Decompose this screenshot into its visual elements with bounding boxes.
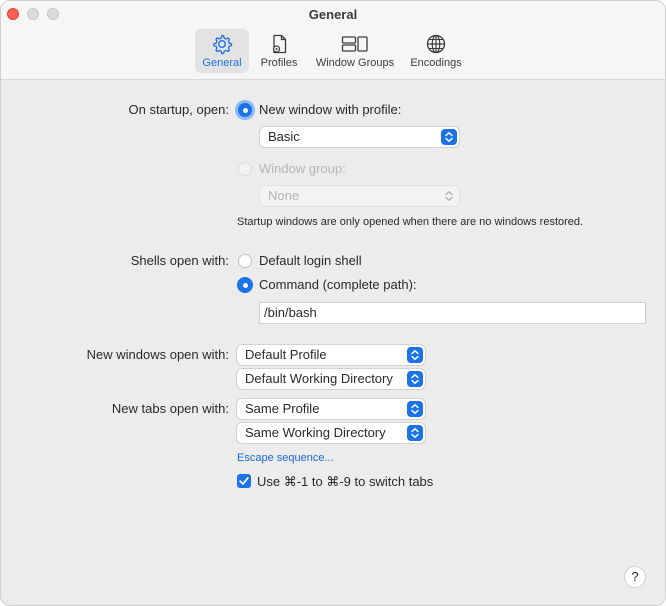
globe-icon: [426, 34, 446, 54]
new-windows-profile-value: Default Profile: [245, 347, 327, 362]
command-shell-radio[interactable]: [238, 278, 252, 292]
toolbar: General General Profiles Window Groups E…: [1, 1, 665, 80]
switch-tabs-checkbox[interactable]: [237, 474, 251, 488]
startup-group-popup[interactable]: None: [260, 186, 459, 206]
escape-sequence-link[interactable]: Escape sequence...: [237, 452, 334, 464]
startup-group-radio[interactable]: [238, 162, 252, 176]
new-tabs-directory-value: Same Working Directory: [245, 425, 386, 440]
chevron-up-down-icon: [441, 129, 457, 145]
startup-group-option-label: Window group:: [259, 161, 346, 176]
shells-label: Shells open with:: [130, 253, 229, 268]
new-windows-directory-value: Default Working Directory: [245, 371, 393, 386]
preferences-window: General General Profiles Window Groups E…: [0, 0, 666, 606]
tab-general-label: General: [202, 57, 242, 69]
new-windows-directory-popup[interactable]: Default Working Directory: [237, 369, 425, 389]
startup-profile-radio[interactable]: [238, 103, 252, 117]
switch-tabs-label: Use ⌘-1 to ⌘-9 to switch tabs: [257, 474, 434, 489]
chevron-up-down-icon: [407, 401, 423, 417]
profile-document-icon: [272, 34, 287, 54]
new-windows-profile-popup[interactable]: Default Profile: [237, 345, 425, 365]
new-windows-label: New windows open with:: [86, 347, 229, 362]
command-shell-option-label: Command (complete path):: [259, 277, 417, 292]
tab-window-groups-label: Window Groups: [315, 57, 395, 69]
new-tabs-profile-popup[interactable]: Same Profile: [237, 399, 425, 419]
new-tabs-directory-popup[interactable]: Same Working Directory: [237, 423, 425, 443]
tab-window-groups[interactable]: Window Groups: [309, 29, 401, 73]
tab-profiles[interactable]: Profiles: [255, 29, 303, 73]
checkmark-icon: [239, 477, 249, 485]
window-groups-icon: [341, 36, 368, 52]
startup-group-value: None: [268, 188, 300, 203]
startup-label: On startup, open:: [128, 102, 229, 117]
window-title: General: [308, 7, 358, 22]
startup-profile-popup[interactable]: Basic: [260, 127, 459, 147]
chevron-up-down-icon: [445, 191, 453, 201]
chevron-up-down-icon: [407, 347, 423, 363]
tab-general[interactable]: General: [195, 29, 249, 73]
tab-encodings-label: Encodings: [410, 57, 462, 69]
default-shell-radio[interactable]: [238, 254, 252, 268]
tab-profiles-label: Profiles: [260, 57, 298, 69]
new-tabs-profile-value: Same Profile: [245, 401, 320, 416]
default-shell-option-label: Default login shell: [259, 253, 362, 268]
chevron-up-down-icon: [407, 371, 423, 387]
new-tabs-label: New tabs open with:: [111, 401, 229, 416]
startup-note: Startup windows are only opened when the…: [237, 216, 584, 228]
startup-profile-value: Basic: [268, 129, 300, 144]
startup-profile-option-label: New window with profile:: [259, 102, 402, 117]
tab-encodings[interactable]: Encodings: [405, 29, 467, 73]
chevron-up-down-icon: [407, 425, 423, 441]
command-path-field[interactable]: /bin/bash: [259, 302, 646, 324]
help-button[interactable]: ?: [625, 567, 645, 587]
gear-icon: [213, 34, 233, 55]
